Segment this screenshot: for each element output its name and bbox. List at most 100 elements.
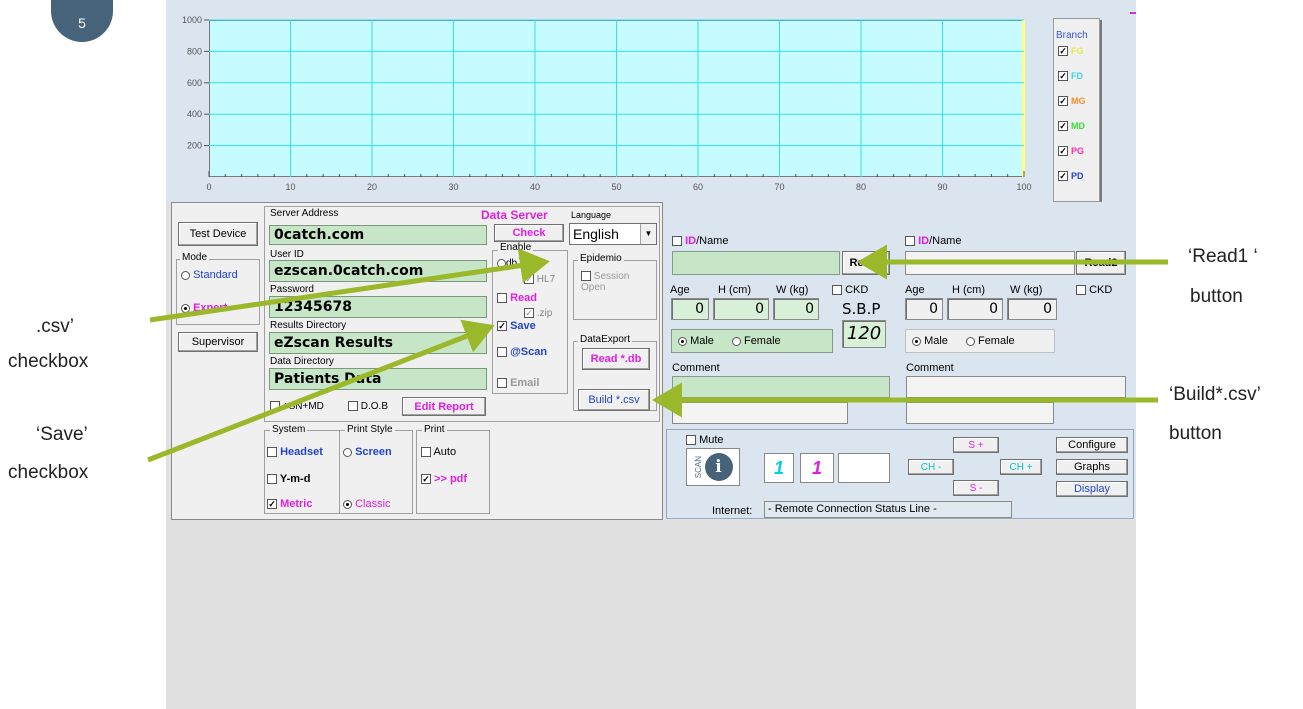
server-address-field[interactable]: 0catch.com <box>269 225 487 245</box>
scan-info-button[interactable]: SCAN i <box>686 448 740 486</box>
p1-ckd-checkbox[interactable]: CKD <box>832 284 868 296</box>
configure-button[interactable]: Configure <box>1056 437 1128 453</box>
checkbox-icon: ✓ <box>497 321 507 332</box>
dob-checkbox[interactable]: D.O.B <box>348 401 388 412</box>
metric-label: Metric <box>280 498 313 510</box>
p1-comment-input-2[interactable] <box>672 402 848 424</box>
s-minus-button[interactable]: S - <box>953 480 999 496</box>
enable-save-checkbox[interactable]: ✓ Save <box>497 320 536 332</box>
enable-db-radio[interactable]: db <box>497 258 529 269</box>
p1-age-label: Age <box>670 284 690 296</box>
language-value: English <box>573 226 619 242</box>
p2-h-label: H (cm) <box>952 284 985 296</box>
p1-name-label: /Name <box>696 235 729 247</box>
test-device-button[interactable]: Test Device <box>178 222 258 246</box>
check-button[interactable]: Check <box>494 224 564 242</box>
p2-h-input[interactable]: 0 <box>947 298 1003 320</box>
p1-name-input[interactable] <box>672 251 840 275</box>
p1-age-input[interactable]: 0 <box>671 298 709 320</box>
enable-atscan-checkbox[interactable]: @Scan <box>497 346 547 358</box>
p2-w-input[interactable]: 0 <box>1007 298 1057 320</box>
anno-csv-line1: .csv’ <box>36 316 74 337</box>
ch-minus-button[interactable]: CH - <box>908 459 954 475</box>
build-csv-button[interactable]: Build *.csv <box>578 389 650 411</box>
branch-item-fd[interactable]: ✓ FD <box>1058 71 1083 81</box>
branch-item-label: PG <box>1071 146 1085 156</box>
pdf-checkbox[interactable]: ✓ >> pdf <box>421 473 467 485</box>
anno-save-line2: checkbox <box>8 462 89 483</box>
branch-item-pd[interactable]: ✓ PD <box>1058 171 1084 181</box>
p2-name-input[interactable] <box>905 251 1075 275</box>
mute-checkbox[interactable]: Mute <box>686 434 724 446</box>
mode-standard-radio[interactable]: Standard <box>181 269 238 281</box>
checkbox-icon <box>497 378 507 389</box>
chevron-down-icon[interactable]: ▼ <box>640 224 656 244</box>
metric-checkbox[interactable]: ✓ Metric <box>267 498 312 510</box>
info-icon: i <box>704 453 733 481</box>
anno-read1-line2: button <box>1190 286 1243 307</box>
user-id-field[interactable]: ezscan.0catch.com <box>269 260 487 282</box>
p2-ckd-checkbox[interactable]: CKD <box>1076 284 1112 296</box>
branch-item-label: MD <box>1071 121 1085 131</box>
auto-label: Auto <box>433 446 457 458</box>
supervisor-button[interactable]: Supervisor <box>178 332 258 352</box>
password-field[interactable]: 12345678 <box>269 296 487 318</box>
scan-label: SCAN <box>693 455 703 479</box>
anno-csv-line2: checkbox <box>8 351 89 372</box>
p1-w-input[interactable]: 0 <box>773 298 819 320</box>
p2-age-input[interactable]: 0 <box>905 298 943 320</box>
enable-zip-checkbox[interactable]: ✓ .zip <box>524 308 552 319</box>
radio-icon <box>181 270 190 280</box>
p1-h-input[interactable]: 0 <box>713 298 769 320</box>
language-select[interactable]: English ▼ <box>569 223 657 245</box>
checkbox-icon: ✓ <box>267 499 277 510</box>
results-dir-field[interactable]: eZscan Results <box>269 332 487 354</box>
p2-age-label: Age <box>905 284 925 296</box>
enable-read-checkbox[interactable]: Read <box>497 292 537 304</box>
p1-id-name-checkbox[interactable]: ID/Name <box>672 235 728 247</box>
display-button[interactable]: Display <box>1056 481 1128 497</box>
s-plus-button[interactable]: S + <box>953 437 999 453</box>
read-db-button[interactable]: Read *.db <box>582 348 650 370</box>
branch-item-label: MG <box>1071 96 1086 106</box>
enable-zip-label: .zip <box>536 308 553 319</box>
ymd-checkbox[interactable]: Y-m-d <box>267 473 310 485</box>
read1-button[interactable]: Read1 <box>842 251 890 275</box>
branch-item-mg[interactable]: ✓ MG <box>1058 96 1086 106</box>
mode-expert-radio[interactable]: Expert <box>181 302 227 314</box>
auto-checkbox[interactable]: Auto <box>421 446 456 458</box>
headset-checkbox[interactable]: Headset <box>267 446 323 458</box>
p1-female-radio[interactable]: Female <box>731 335 781 347</box>
session-open-checkbox[interactable]: Session Open <box>581 271 653 293</box>
results-dir-label: Results Directory <box>270 320 347 331</box>
sn-md-checkbox[interactable]: +SN+MD <box>270 401 324 412</box>
checkbox-icon: ✓ <box>1058 96 1068 106</box>
x-tick-label: 90 <box>937 182 947 192</box>
p2-female-radio[interactable]: Female <box>965 335 1015 347</box>
branch-item-md[interactable]: ✓ MD <box>1058 121 1085 131</box>
enable-hl7-checkbox[interactable]: ✓ HL7 <box>524 274 555 285</box>
p2-id-name-checkbox[interactable]: ID/Name <box>905 235 961 247</box>
p2-male-radio[interactable]: Male <box>912 335 948 347</box>
branch-item-fg[interactable]: ✓ FG <box>1058 46 1084 56</box>
p1-male-radio[interactable]: Male <box>678 335 714 347</box>
p2-comment-input-2[interactable] <box>906 402 1054 424</box>
screen-radio[interactable]: Screen <box>343 446 392 458</box>
p2-comment-input[interactable] <box>906 376 1126 398</box>
edit-report-button[interactable]: Edit Report <box>402 397 486 416</box>
p1-comment-input[interactable] <box>672 376 890 398</box>
x-tick-label: 80 <box>856 182 866 192</box>
dob-label: D.O.B <box>360 401 389 412</box>
ch-plus-button[interactable]: CH + <box>1000 459 1042 475</box>
sbp-input[interactable]: 120 <box>842 320 886 348</box>
branch-item-pg[interactable]: ✓ PG <box>1058 146 1084 156</box>
enable-email-checkbox[interactable]: Email <box>497 377 539 389</box>
data-dir-label: Data Directory <box>270 356 334 367</box>
graphs-button[interactable]: Graphs <box>1056 459 1128 475</box>
p1-comment-label: Comment <box>672 362 720 374</box>
classic-radio[interactable]: Classic <box>343 498 391 510</box>
read2-button[interactable]: Read2 <box>1076 251 1126 275</box>
checkbox-icon <box>270 401 280 412</box>
radio-icon <box>731 336 741 346</box>
data-dir-field[interactable]: Patients Data <box>269 368 487 390</box>
